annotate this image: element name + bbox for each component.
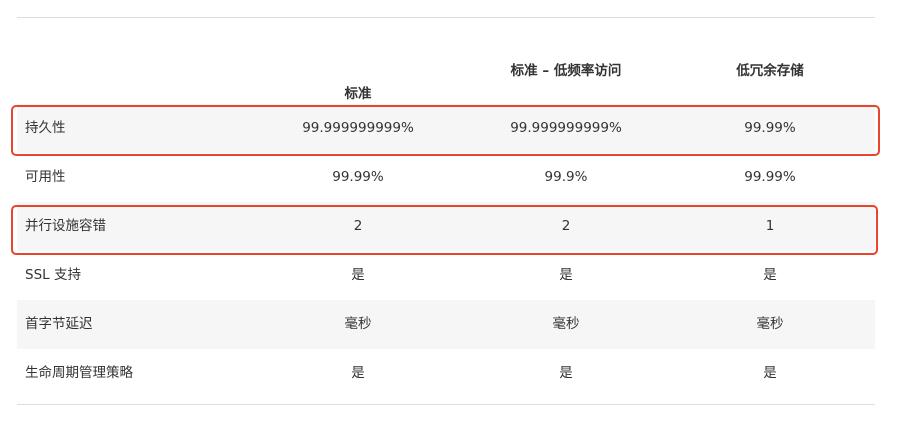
cell-standard: 是 (351, 365, 365, 381)
header-standard-ia: 标准 – 低频率访问 (510, 63, 622, 79)
header-standard: 标准 (344, 86, 372, 102)
cell-reduced-redundancy: 99.99% (744, 120, 796, 136)
cell-reduced-redundancy: 1 (765, 218, 775, 234)
table-row-facility-fault-tolerance: 并行设施容错 2 2 1 (17, 202, 875, 251)
storage-class-comparison-table: 标准 标准 – 低频率访问 低冗余存储 持久性 99.999999999% 99… (17, 18, 875, 398)
header-reduced-redundancy: 低冗余存储 (736, 63, 804, 79)
cell-standard-ia: 毫秒 (552, 316, 580, 332)
cell-standard-ia: 是 (559, 365, 573, 381)
row-label: 可用性 (25, 169, 66, 185)
cell-standard: 99.99% (332, 169, 384, 185)
cell-standard: 是 (351, 267, 365, 283)
cell-reduced-redundancy: 99.99% (744, 169, 796, 185)
row-label: 并行设施容错 (25, 218, 106, 234)
cell-standard-ia: 99.999999999% (510, 120, 622, 136)
row-label: SSL 支持 (25, 267, 81, 283)
row-label: 首字节延迟 (25, 316, 93, 332)
cell-standard: 99.999999999% (302, 120, 414, 136)
table-row-availability: 可用性 99.99% 99.9% 99.99% (17, 153, 875, 202)
row-label: 生命周期管理策略 (25, 365, 133, 381)
cell-reduced-redundancy: 毫秒 (756, 316, 784, 332)
cell-standard-ia: 是 (559, 267, 573, 283)
cell-standard-ia: 99.9% (544, 169, 588, 185)
table-row-ssl-support: SSL 支持 是 是 是 (17, 251, 875, 300)
cell-reduced-redundancy: 是 (763, 365, 777, 381)
cell-standard: 2 (353, 218, 363, 234)
table-row-lifecycle-policy: 生命周期管理策略 是 是 是 (17, 349, 875, 398)
cell-standard-ia: 2 (561, 218, 571, 234)
table-header-row: 标准 标准 – 低频率访问 低冗余存储 (17, 18, 875, 104)
cell-reduced-redundancy: 是 (763, 267, 777, 283)
cell-standard: 毫秒 (344, 316, 372, 332)
row-label: 持久性 (25, 120, 66, 136)
bottom-divider (17, 404, 875, 405)
table-row-first-byte-latency: 首字节延迟 毫秒 毫秒 毫秒 (17, 300, 875, 349)
table-row-durability: 持久性 99.999999999% 99.999999999% 99.99% (17, 104, 875, 153)
